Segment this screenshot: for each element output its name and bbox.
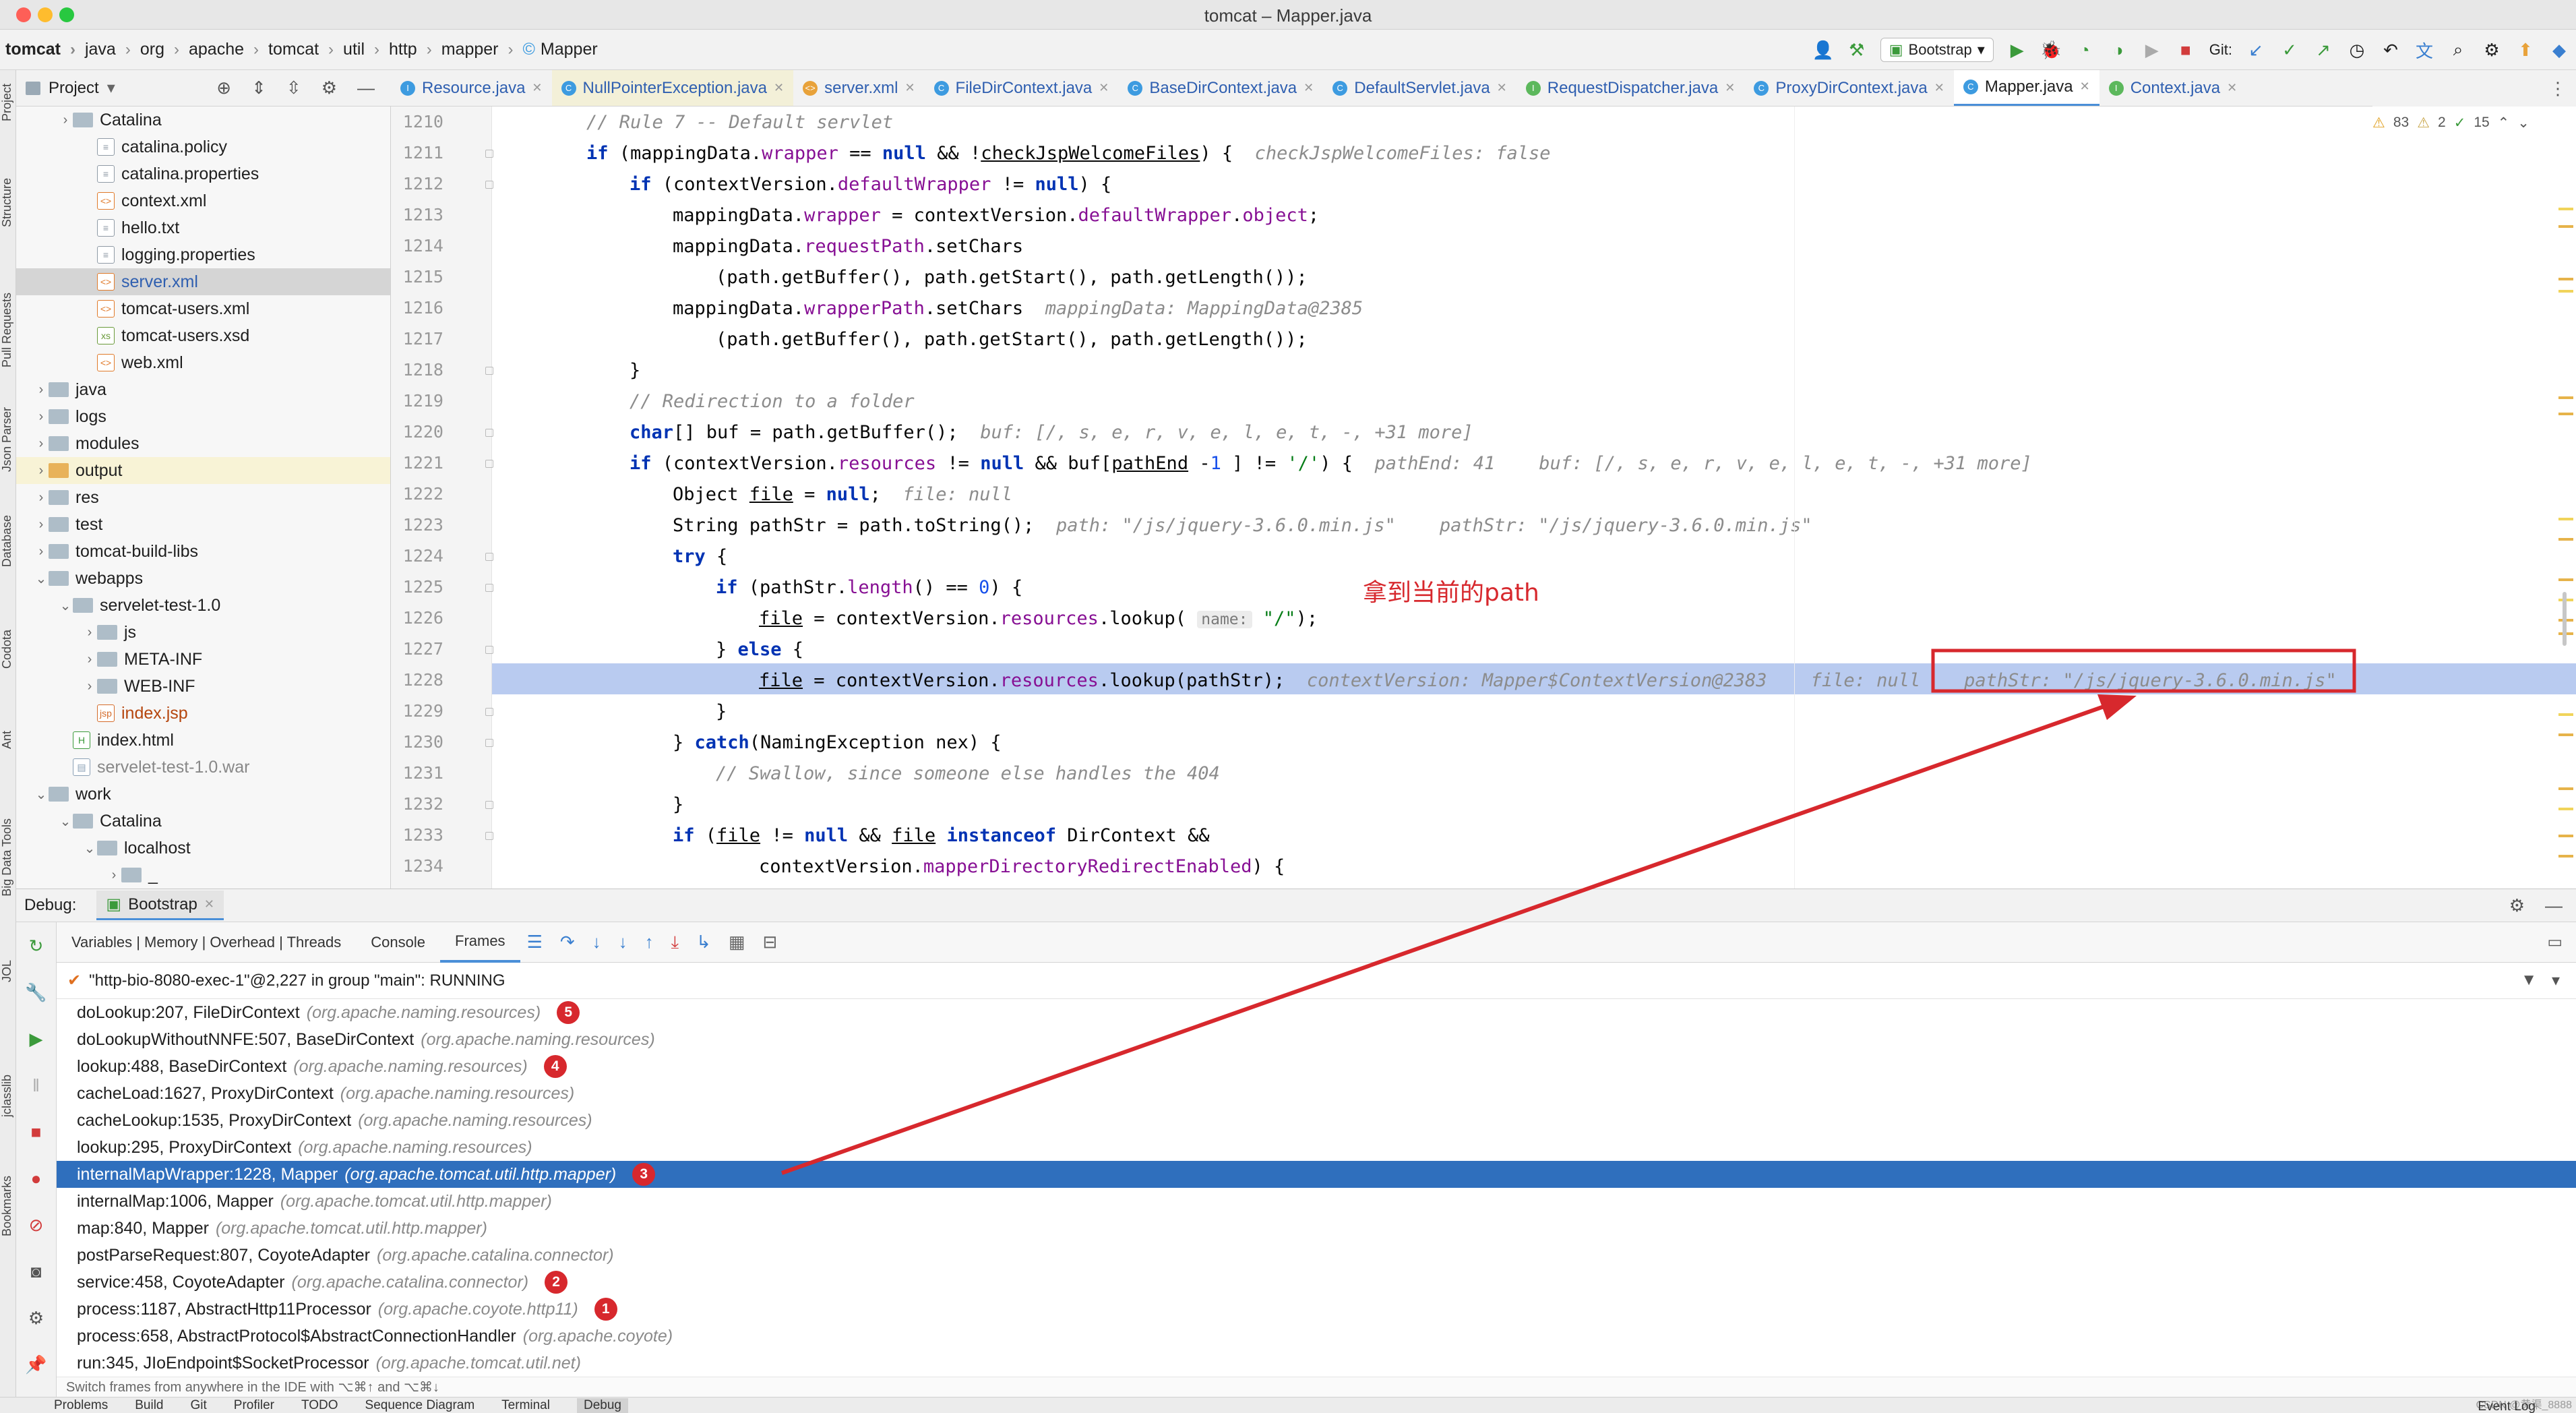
- annotation-overlay: [781, 649, 2356, 1175]
- annotation-arrow-head: [2097, 694, 2137, 720]
- event-log-button[interactable]: Event Log: [2478, 1400, 2536, 1413]
- highlight-box: [1931, 649, 2356, 693]
- annotation-arrow-line: [781, 702, 2110, 1175]
